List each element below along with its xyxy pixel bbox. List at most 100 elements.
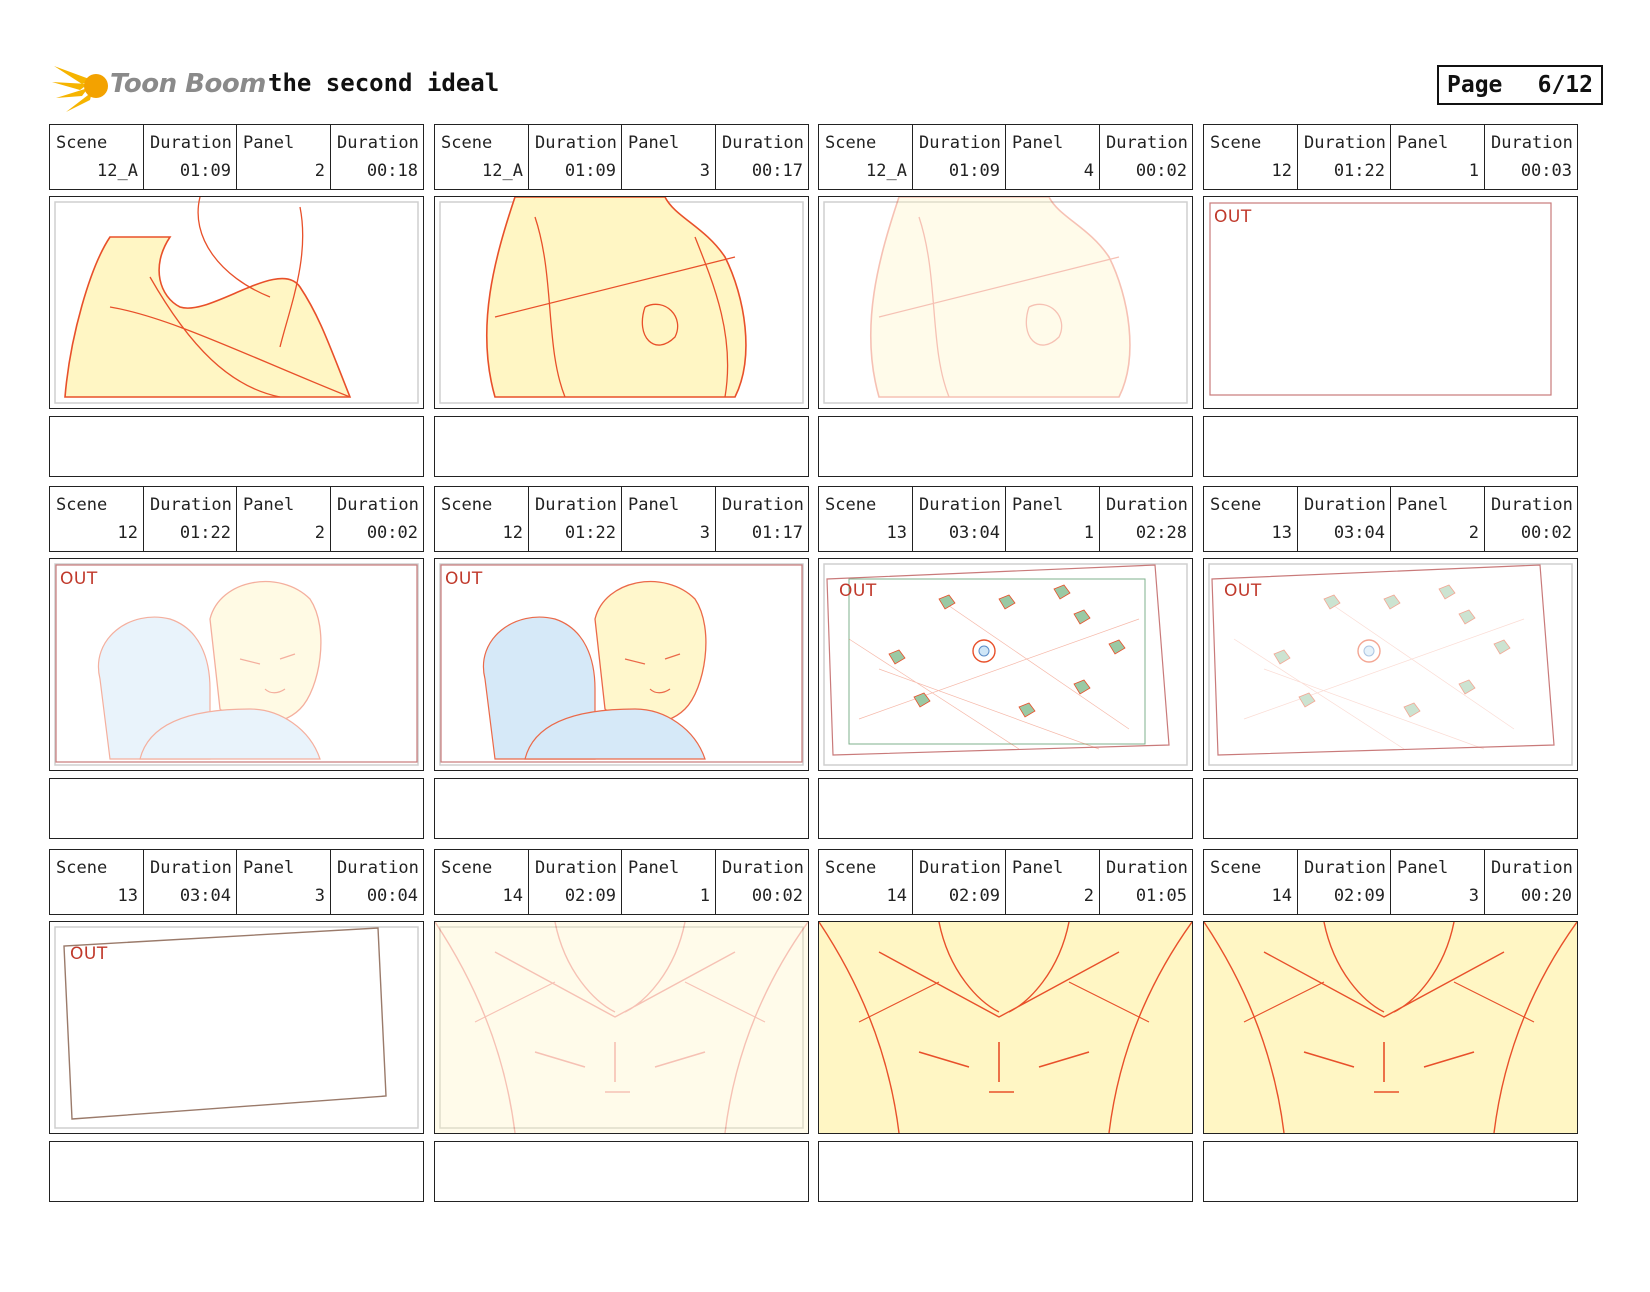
field-label: Panel xyxy=(1397,495,1449,515)
out-transition-tag: OUT xyxy=(1224,581,1262,601)
field-label: Scene xyxy=(1210,133,1262,153)
storyboard-panel[interactable]: Scene 13 Duration 03:04 Panel 1 Duration 02:28 … xyxy=(818,486,1193,839)
panel-drawing-frame[interactable]: OUT xyxy=(434,558,809,771)
storyboard-panel[interactable]: Scene 12 Duration 01:22 Panel 3 Duration 01:17 … xyxy=(434,486,809,839)
sketch-drawing xyxy=(819,922,1192,1133)
panel-info-bar: Scene 13 Duration 03:04 Panel 1 Duration 02:28 xyxy=(818,486,1193,552)
field-label: Scene xyxy=(1210,495,1262,515)
panel-notes-box[interactable] xyxy=(818,778,1193,839)
panel-drawing-frame[interactable]: OUT xyxy=(1203,196,1578,409)
panel-drawing-frame[interactable] xyxy=(434,196,809,409)
field-label: Scene xyxy=(1210,858,1262,878)
panel-notes-box[interactable] xyxy=(1203,416,1578,477)
scene-duration-cell: Duration 01:09 xyxy=(529,125,622,189)
panel-drawing-frame[interactable] xyxy=(818,196,1193,409)
panel-number-cell: Panel 2 xyxy=(237,487,331,551)
panel-notes-box[interactable] xyxy=(434,416,809,477)
field-label: Scene xyxy=(56,858,108,878)
field-label: Scene xyxy=(825,495,877,515)
field-label: Duration xyxy=(150,133,232,153)
field-label: Panel xyxy=(243,858,295,878)
storyboard-panel[interactable]: Scene 13 Duration 03:04 Panel 2 Duration 00:02 … xyxy=(1203,486,1578,839)
scene-cell: Scene 14 xyxy=(435,850,529,914)
field-value: 01:22 xyxy=(1333,161,1385,181)
field-value: 12 xyxy=(117,523,138,543)
panel-notes-box[interactable] xyxy=(1203,1141,1578,1202)
field-value: 01:22 xyxy=(179,523,231,543)
storyboard-panel[interactable]: Scene 14 Duration 02:09 Panel 2 Duration 01:05 xyxy=(818,849,1193,1202)
storyboard-panel[interactable]: Scene 12 Duration 01:22 Panel 1 Duration 00:03 O… xyxy=(1203,124,1578,477)
field-label: Duration xyxy=(1106,495,1188,515)
field-value: 1 xyxy=(699,886,710,906)
panel-drawing-frame[interactable]: OUT xyxy=(49,558,424,771)
storyboard-panel[interactable]: Scene 12 Duration 01:22 Panel 2 Duration 00:02 … xyxy=(49,486,424,839)
panel-info-bar: Scene 12_A Duration 01:09 Panel 2 Duration 00:1… xyxy=(49,124,424,190)
panel-info-bar: Scene 12 Duration 01:22 Panel 2 Duration 00:02 xyxy=(49,486,424,552)
panel-notes-box[interactable] xyxy=(434,1141,809,1202)
panel-drawing-frame[interactable] xyxy=(434,921,809,1134)
panel-number-cell: Panel 1 xyxy=(622,850,716,914)
storyboard-panel[interactable]: Scene 14 Duration 02:09 Panel 3 Duration 00:20 xyxy=(1203,849,1578,1202)
panel-drawing-frame[interactable]: OUT xyxy=(1203,558,1578,771)
panel-number-cell: Panel 4 xyxy=(1006,125,1100,189)
panel-notes-box[interactable] xyxy=(818,416,1193,477)
panel-notes-box[interactable] xyxy=(49,416,424,477)
panel-duration-cell: Duration 00:03 xyxy=(1485,125,1577,189)
panel-notes-box[interactable] xyxy=(49,1141,424,1202)
scene-duration-cell: Duration 01:09 xyxy=(913,125,1006,189)
out-transition-tag: OUT xyxy=(70,944,108,964)
panel-info-bar: Scene 14 Duration 02:09 Panel 1 Duration 00:02 xyxy=(434,849,809,915)
storyboard-panel[interactable]: Scene 12_A Duration 01:09 Panel 2 Duration 00:1… xyxy=(49,124,424,477)
document-title: the second ideal xyxy=(268,69,500,97)
panel-notes-box[interactable] xyxy=(434,778,809,839)
field-label: Duration xyxy=(722,495,804,515)
field-label: Duration xyxy=(337,133,419,153)
field-label: Panel xyxy=(1012,133,1064,153)
panel-info-bar: Scene 14 Duration 02:09 Panel 2 Duration 01:05 xyxy=(818,849,1193,915)
panel-notes-box[interactable] xyxy=(1203,778,1578,839)
panel-drawing-frame[interactable] xyxy=(1203,921,1578,1134)
field-value: 3 xyxy=(1468,886,1479,906)
panel-drawing-frame[interactable]: OUT xyxy=(49,921,424,1134)
field-value: 01:22 xyxy=(564,523,616,543)
out-transition-tag: OUT xyxy=(445,569,483,589)
panel-duration-cell: Duration 00:02 xyxy=(331,487,423,551)
panel-drawing-frame[interactable] xyxy=(49,196,424,409)
panel-drawing-frame[interactable]: OUT xyxy=(818,558,1193,771)
storyboard-panel[interactable]: Scene 14 Duration 02:09 Panel 1 Duration 00:02 xyxy=(434,849,809,1202)
page-indicator: Page 6/12 xyxy=(1437,65,1603,105)
scene-cell: Scene 13 xyxy=(819,487,913,551)
field-label: Duration xyxy=(1304,133,1386,153)
field-value: 2 xyxy=(314,523,325,543)
panel-drawing-frame[interactable] xyxy=(818,921,1193,1134)
out-transition-tag: OUT xyxy=(839,581,877,601)
storyboard-panel[interactable]: Scene 12_A Duration 01:09 Panel 4 Duration 00:0… xyxy=(818,124,1193,477)
scene-cell: Scene 13 xyxy=(1204,487,1298,551)
field-value: 13 xyxy=(886,523,907,543)
panel-notes-box[interactable] xyxy=(818,1141,1193,1202)
scene-cell: Scene 12_A xyxy=(435,125,529,189)
field-value: 2 xyxy=(314,161,325,181)
panel-duration-cell: Duration 00:02 xyxy=(1100,125,1192,189)
field-label: Duration xyxy=(722,133,804,153)
field-value: 00:18 xyxy=(366,161,418,181)
field-label: Duration xyxy=(919,858,1001,878)
panel-notes-box[interactable] xyxy=(49,778,424,839)
storyboard-panel[interactable]: Scene 12_A Duration 01:09 Panel 3 Duration 00:1… xyxy=(434,124,809,477)
field-label: Duration xyxy=(919,133,1001,153)
scene-duration-cell: Duration 01:22 xyxy=(529,487,622,551)
field-label: Scene xyxy=(441,495,493,515)
panel-info-bar: Scene 13 Duration 03:04 Panel 2 Duration 00:02 xyxy=(1203,486,1578,552)
scene-cell: Scene 14 xyxy=(819,850,913,914)
storyboard-panel[interactable]: Scene 13 Duration 03:04 Panel 3 Duration 00:04 O… xyxy=(49,849,424,1202)
field-value: 02:28 xyxy=(1135,523,1187,543)
field-value: 01:09 xyxy=(564,161,616,181)
field-value: 1 xyxy=(1083,523,1094,543)
field-label: Panel xyxy=(1012,495,1064,515)
panel-number-cell: Panel 1 xyxy=(1391,125,1485,189)
field-label: Panel xyxy=(1397,858,1449,878)
scene-duration-cell: Duration 03:04 xyxy=(144,850,237,914)
panel-duration-cell: Duration 01:17 xyxy=(716,487,808,551)
field-label: Duration xyxy=(1491,858,1573,878)
out-transition-tag: OUT xyxy=(60,569,98,589)
